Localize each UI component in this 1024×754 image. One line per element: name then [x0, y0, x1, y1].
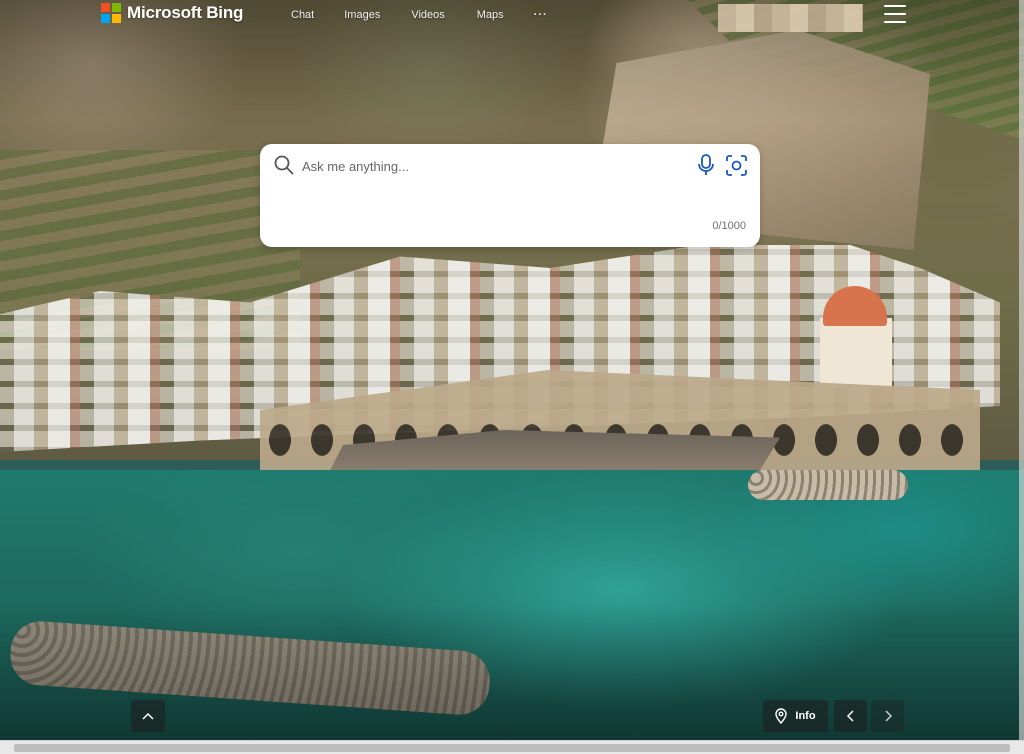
background-shade	[0, 0, 1024, 754]
logo-square-green	[112, 3, 121, 12]
nav-maps[interactable]: Maps	[466, 8, 515, 22]
microsoft-logo-icon	[101, 3, 121, 23]
background-image	[0, 0, 1024, 754]
nav-videos[interactable]: Videos	[400, 8, 455, 22]
location-pin-icon	[775, 708, 788, 724]
visual-search-icon[interactable]	[725, 154, 748, 177]
previous-image-button[interactable]	[834, 700, 867, 732]
image-info-button[interactable]: Info	[763, 700, 828, 732]
nav-chat[interactable]: Chat	[280, 8, 325, 22]
info-label: Info	[795, 710, 816, 722]
next-image-button[interactable]	[871, 700, 904, 732]
search-box: 0/1000	[260, 144, 760, 247]
chevron-up-icon	[142, 712, 154, 720]
nav-images[interactable]: Images	[333, 8, 391, 22]
search-input[interactable]	[300, 154, 684, 178]
microphone-icon[interactable]	[696, 153, 716, 177]
menu-line	[884, 13, 906, 15]
hamburger-menu-icon[interactable]	[884, 5, 906, 23]
horizontal-scrollbar[interactable]	[0, 740, 1024, 754]
logo-square-yellow	[112, 14, 121, 23]
logo-square-red	[101, 3, 110, 12]
bing-logo[interactable]: Microsoft Bing	[101, 2, 243, 24]
horizontal-scrollbar-thumb[interactable]	[14, 744, 1010, 752]
top-header: Microsoft Bing Chat Images Videos Maps ·…	[0, 0, 1024, 32]
brand-name: Microsoft Bing	[127, 3, 244, 22]
scroll-up-button[interactable]	[131, 700, 165, 732]
chevron-right-icon	[884, 710, 892, 722]
character-counter: 0/1000	[712, 220, 746, 232]
top-nav: Chat Images Videos Maps ···	[280, 8, 559, 22]
menu-line	[884, 5, 906, 7]
bing-homepage: Microsoft Bing Chat Images Videos Maps ·…	[0, 0, 1024, 754]
logo-square-blue	[101, 14, 110, 23]
account-area-redacted[interactable]	[718, 4, 863, 32]
chevron-left-icon	[846, 710, 854, 722]
menu-line	[884, 21, 906, 23]
search-icon	[274, 155, 294, 175]
vertical-scrollbar[interactable]	[1019, 0, 1024, 740]
nav-more-button[interactable]: ···	[523, 8, 559, 22]
